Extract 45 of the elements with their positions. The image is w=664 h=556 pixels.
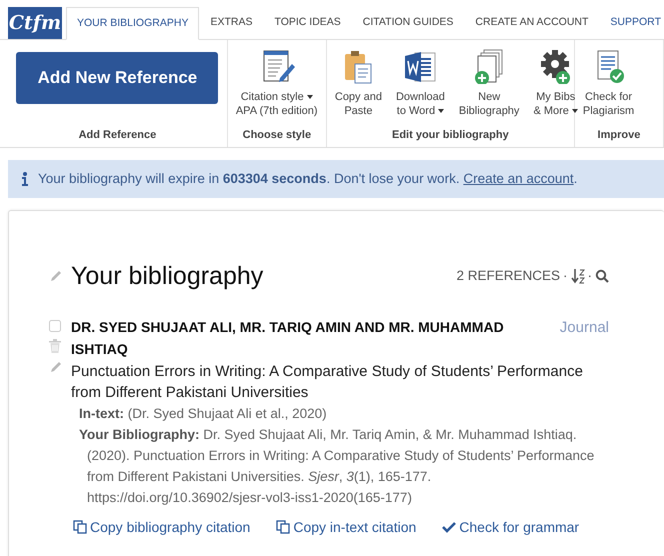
info-icon (22, 172, 28, 186)
toolbar-button[interactable]: Copy and Paste (332, 48, 384, 119)
add-reference-button[interactable]: Add New Reference (16, 52, 218, 104)
nav-tab[interactable]: SUPPORT (599, 7, 664, 39)
reference-count: 2 REFERENCES (456, 267, 560, 286)
toolbar-button[interactable]: Download to Word (394, 48, 447, 119)
alert-message: Your bibliography will expire in 603304 seconds. Don't lose your work. Create an account. (38, 170, 578, 188)
copy-icon (73, 520, 87, 534)
copy-link[interactable]: Copy in-text citation (276, 516, 416, 538)
check-grammar-link[interactable]: Check for grammar (442, 516, 580, 538)
pencil-icon[interactable] (49, 360, 63, 374)
create-account-link[interactable]: Create an account (463, 171, 574, 186)
group-label: Edit your bibliography (391, 128, 510, 142)
group-label: Improve (596, 128, 642, 142)
nav-tab[interactable]: CITATION GUIDES (352, 7, 464, 39)
check-icon (442, 521, 456, 534)
reference-title: Punctuation Errors in Writing: A Comparative Study of Students’ Performance from Different Pakistani Universities (71, 362, 584, 404)
trash-icon[interactable] (49, 339, 61, 354)
copy-link[interactable]: Copy bibliography citation (73, 516, 250, 538)
in-text-citation: In-text: (Dr. Syed Shujaat Ali et al., 2020) (78, 405, 328, 424)
separator: · (563, 267, 568, 286)
caret-icon (438, 109, 444, 114)
separator: · (588, 267, 592, 286)
bibliography-title: Your bibliography (71, 261, 264, 292)
reference-authors: DR. SYED SHUJAAT ALI, MR. TARIQ AMIN AND MR. MUHAMMAD ISHTIAQ (71, 318, 505, 359)
toolbar-button[interactable]: My Bibs & More (531, 48, 580, 119)
nav-tab[interactable]: YOUR BIBLIOGRAPHY (66, 7, 200, 40)
search-icon[interactable] (595, 269, 609, 284)
bibliography-entry: Your Bibliography: Dr. Syed Shujaat Ali, Mr. Tariq Amin, & Mr. Muhammad Ishtiaq. (2020). Punctuation Errors in Writing: A Comparative Study of Students’ Performance from Different Pakistani Universities. Sjesr, 3(1), 165-177. https://doi.org/10.36902/sjesr-vol3-iss1-2020(165-177) (78, 426, 596, 507)
group-label: Choose style (242, 128, 312, 142)
sort-icon[interactable] (570, 268, 584, 284)
group-label: Add Reference (78, 128, 158, 142)
caret-icon (572, 109, 578, 114)
toolbar-button[interactable]: Check for Plagiarism (580, 48, 636, 119)
copy-icon (276, 520, 290, 534)
toolbar-button[interactable]: Citation style APA (7th edition) (234, 48, 320, 119)
toolbar-button[interactable]: New Bibliography (456, 48, 522, 119)
logo: Ctfm (8, 7, 62, 39)
nav-tab[interactable]: TOPIC IDEAS (263, 7, 352, 39)
nav-tab[interactable]: EXTRAS (199, 7, 264, 39)
checkbox[interactable] (49, 320, 61, 332)
pencil-icon[interactable] (49, 269, 63, 284)
reference-type: Journal (560, 318, 609, 338)
caret-icon (306, 95, 313, 100)
nav-tab[interactable]: CREATE AN ACCOUNT (464, 7, 600, 39)
